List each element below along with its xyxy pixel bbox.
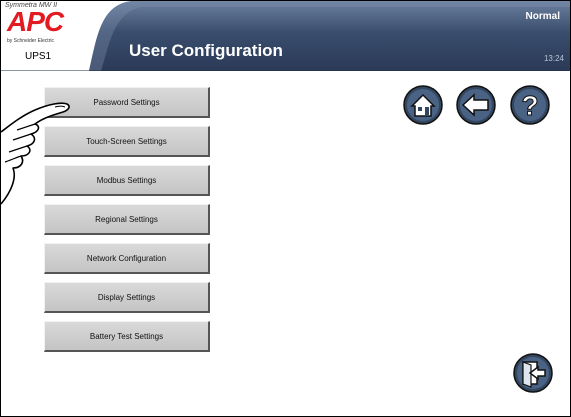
- home-button[interactable]: [403, 85, 443, 125]
- screen: Symmetra MW II APC by Schneider Electric…: [0, 0, 571, 417]
- help-glyph: ?: [521, 90, 538, 121]
- pointing-hand-icon: [1, 102, 70, 205]
- home-icon: [403, 85, 443, 125]
- brand-sub-label: by Schneider Electric: [7, 38, 54, 44]
- back-button[interactable]: [456, 85, 496, 125]
- device-name: UPS1: [25, 51, 52, 62]
- page-title: User Configuration: [129, 41, 283, 60]
- brand-logo-text: APC: [7, 6, 64, 37]
- battery-test-settings-button[interactable]: Battery Test Settings: [44, 321, 210, 352]
- header-band: [1, 1, 570, 71]
- clock: 13:24: [543, 54, 564, 63]
- help-icon: ?: [510, 85, 550, 125]
- exit-icon: [513, 353, 553, 393]
- header: Symmetra MW II APC by Schneider Electric…: [1, 1, 570, 71]
- back-arrow-icon: [456, 85, 496, 125]
- network-configuration-button[interactable]: Network Configuration: [44, 243, 210, 274]
- display-settings-button[interactable]: Display Settings: [44, 282, 210, 313]
- status-text: Normal: [525, 11, 560, 22]
- help-button[interactable]: ?: [510, 85, 550, 125]
- exit-button[interactable]: [513, 353, 553, 393]
